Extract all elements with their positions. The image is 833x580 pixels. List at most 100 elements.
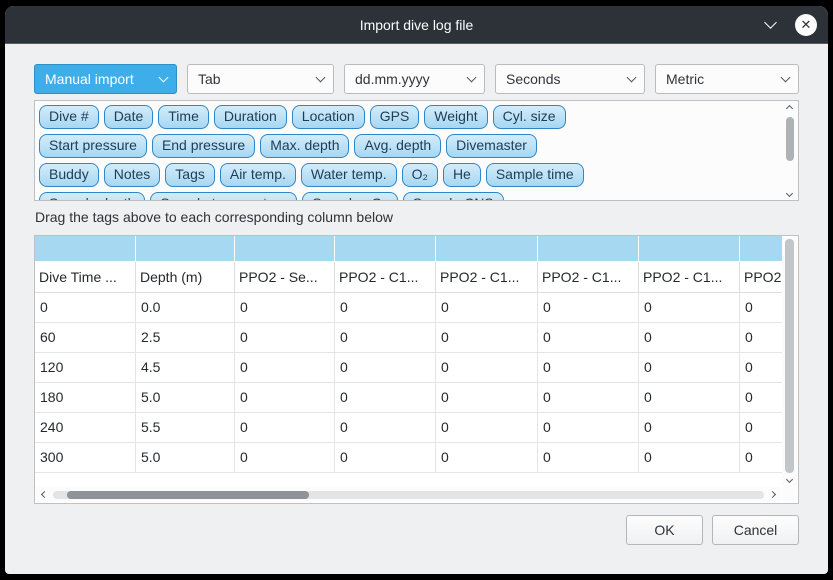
tag-weight[interactable]: Weight xyxy=(424,105,487,129)
tag-start-pressure[interactable]: Start pressure xyxy=(39,134,147,158)
scrollbar-thumb[interactable] xyxy=(67,491,309,499)
cell-r1c8[interactable]: 0 xyxy=(740,293,782,323)
scroll-right-icon[interactable] xyxy=(769,491,776,498)
tag-date[interactable]: Date xyxy=(104,105,154,129)
cell-r4c8[interactable]: 0 xyxy=(740,383,782,413)
cancel-button[interactable]: Cancel xyxy=(712,515,799,545)
drop-cell-5[interactable] xyxy=(436,236,538,261)
tag-gps[interactable]: GPS xyxy=(370,105,420,129)
table-horizontal-scrollbar[interactable] xyxy=(36,487,781,502)
cell-r1c5[interactable]: 0 xyxy=(436,293,538,323)
cell-r5c3[interactable]: 0 xyxy=(235,413,335,443)
tag-air-temp[interactable]: Air temp. xyxy=(220,163,296,187)
tag-max-depth[interactable]: Max. depth xyxy=(260,134,349,158)
scrollbar-thumb[interactable] xyxy=(786,117,794,161)
cell-r1c1[interactable]: 0 xyxy=(35,293,136,323)
cell-r3c6[interactable]: 0 xyxy=(538,353,639,383)
scroll-down-icon[interactable] xyxy=(786,476,793,483)
tag-sample-po[interactable]: Sample pO₂ xyxy=(302,192,397,200)
cell-r2c5[interactable]: 0 xyxy=(436,323,538,353)
scroll-left-icon[interactable] xyxy=(41,491,48,498)
tag-sample-cns[interactable]: Sample CNS xyxy=(403,192,504,200)
tag-location[interactable]: Location xyxy=(292,105,365,129)
cell-r3c8[interactable]: 0 xyxy=(740,353,782,383)
cell-r2c7[interactable]: 0 xyxy=(639,323,740,353)
cell-r1c2[interactable]: 0.0 xyxy=(136,293,235,323)
cell-r3c7[interactable]: 0 xyxy=(639,353,740,383)
duration-format-combo[interactable]: Seconds xyxy=(495,64,645,94)
close-button[interactable]: ✕ xyxy=(795,14,817,36)
column-header-5[interactable]: PPO2 - C1... xyxy=(436,262,538,293)
scrollbar-track[interactable] xyxy=(53,491,764,499)
column-header-4[interactable]: PPO2 - C1... xyxy=(335,262,436,293)
tag-divemaster[interactable]: Divemaster xyxy=(446,134,537,158)
cell-r3c4[interactable]: 0 xyxy=(335,353,436,383)
cell-r6c2[interactable]: 5.0 xyxy=(136,443,235,473)
cell-r5c2[interactable]: 5.5 xyxy=(136,413,235,443)
column-header-2[interactable]: Depth (m) xyxy=(136,262,235,293)
scroll-down-icon[interactable] xyxy=(786,190,793,197)
cell-r1c4[interactable]: 0 xyxy=(335,293,436,323)
tag-avg-depth[interactable]: Avg. depth xyxy=(354,134,441,158)
cell-r4c5[interactable]: 0 xyxy=(436,383,538,413)
column-header-6[interactable]: PPO2 - C1... xyxy=(538,262,639,293)
tag-dive[interactable]: Dive # xyxy=(39,105,99,129)
drop-cell-6[interactable] xyxy=(538,236,639,261)
cell-r1c3[interactable]: 0 xyxy=(235,293,335,323)
cell-r6c7[interactable]: 0 xyxy=(639,443,740,473)
cell-r4c4[interactable]: 0 xyxy=(335,383,436,413)
cell-r4c6[interactable]: 0 xyxy=(538,383,639,413)
cell-r2c8[interactable]: 0 xyxy=(740,323,782,353)
cell-r3c1[interactable]: 120 xyxy=(35,353,136,383)
titlebar[interactable]: Import dive log file ✕ xyxy=(5,6,828,44)
tag-sample-time[interactable]: Sample time xyxy=(486,163,584,187)
cell-r5c1[interactable]: 240 xyxy=(35,413,136,443)
cell-r1c7[interactable]: 0 xyxy=(639,293,740,323)
tag-o[interactable]: O₂ xyxy=(402,163,438,187)
tag-tags[interactable]: Tags xyxy=(165,163,215,187)
shade-button[interactable] xyxy=(760,15,780,35)
units-combo[interactable]: Metric xyxy=(655,64,799,94)
cell-r6c1[interactable]: 300 xyxy=(35,443,136,473)
cell-r4c1[interactable]: 180 xyxy=(35,383,136,413)
tag-buddy[interactable]: Buddy xyxy=(39,163,99,187)
tag-notes[interactable]: Notes xyxy=(104,163,161,187)
ok-button[interactable]: OK xyxy=(626,515,703,545)
cell-r5c5[interactable]: 0 xyxy=(436,413,538,443)
cell-r4c3[interactable]: 0 xyxy=(235,383,335,413)
cell-r3c2[interactable]: 4.5 xyxy=(136,353,235,383)
cell-r2c2[interactable]: 2.5 xyxy=(136,323,235,353)
import-mode-combo[interactable]: Manual import xyxy=(34,64,177,94)
column-header-7[interactable]: PPO2 - C1... xyxy=(639,262,740,293)
tag-pool-scrollbar[interactable] xyxy=(782,102,797,199)
scroll-up-icon[interactable] xyxy=(786,105,793,112)
tag-sample-depth[interactable]: Sample depth xyxy=(39,192,145,200)
field-separator-combo[interactable]: Tab xyxy=(187,64,334,94)
tag-he[interactable]: He xyxy=(443,163,481,187)
cell-r2c3[interactable]: 0 xyxy=(235,323,335,353)
cell-r3c5[interactable]: 0 xyxy=(436,353,538,383)
table-vertical-scrollbar[interactable] xyxy=(782,237,797,486)
cell-r5c7[interactable]: 0 xyxy=(639,413,740,443)
cell-r5c8[interactable]: 0 xyxy=(740,413,782,443)
cell-r4c7[interactable]: 0 xyxy=(639,383,740,413)
drop-cell-4[interactable] xyxy=(335,236,436,261)
cell-r2c4[interactable]: 0 xyxy=(335,323,436,353)
drop-cell-3[interactable] xyxy=(235,236,335,261)
cell-r6c5[interactable]: 0 xyxy=(436,443,538,473)
tag-time[interactable]: Time xyxy=(158,105,209,129)
scrollbar-thumb[interactable] xyxy=(785,239,794,473)
drop-cell-7[interactable] xyxy=(639,236,740,261)
column-header-1[interactable]: Dive Time ... xyxy=(35,262,136,293)
cell-r5c4[interactable]: 0 xyxy=(335,413,436,443)
tag-cyl-size[interactable]: Cyl. size xyxy=(493,105,566,129)
date-format-combo[interactable]: dd.mm.yyyy xyxy=(344,64,485,94)
column-header-3[interactable]: PPO2 - Se... xyxy=(235,262,335,293)
cell-r1c6[interactable]: 0 xyxy=(538,293,639,323)
tag-duration[interactable]: Duration xyxy=(214,105,287,129)
drop-cell-8[interactable] xyxy=(740,236,782,261)
cell-r6c4[interactable]: 0 xyxy=(335,443,436,473)
cell-r6c3[interactable]: 0 xyxy=(235,443,335,473)
cell-r2c1[interactable]: 60 xyxy=(35,323,136,353)
tag-end-pressure[interactable]: End pressure xyxy=(152,134,255,158)
